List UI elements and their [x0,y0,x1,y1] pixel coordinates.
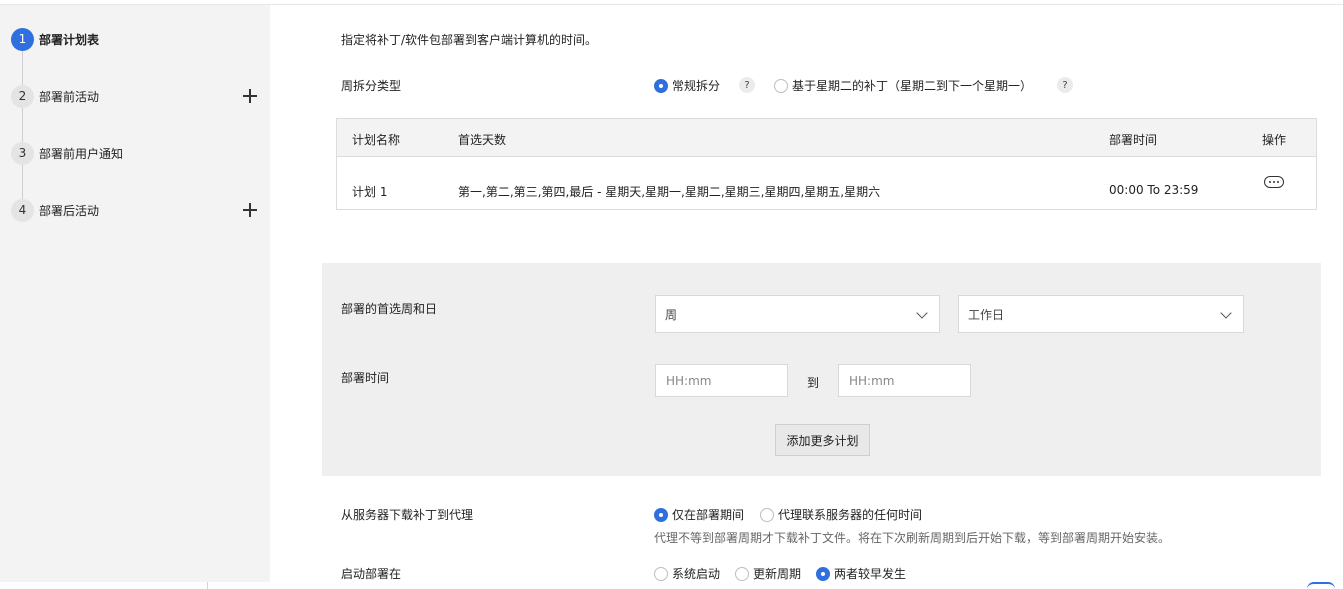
step-pre-deploy-activity[interactable]: 2 部署前活动 [0,81,270,111]
download-note: 代理不等到部署周期才下载补丁文件。将在下次刷新周期到后开始下载，等到部署周期开始… [654,531,1171,545]
deploy-time-label: 部署时间 [341,371,390,385]
radio-unselected-icon [654,566,668,581]
radio-label: 常规拆分 [672,79,721,93]
day-select[interactable]: 工作日 [958,295,1244,333]
step-number: 3 [11,141,34,165]
radio-whichever-earlier[interactable]: 两者较早发生 [816,565,906,582]
step-label: 部署前用户通知 [39,146,124,161]
divider [207,582,208,589]
row-deploy-time: 00:00 To 23:59 [1109,183,1199,197]
week-select[interactable]: 周 [655,295,940,333]
radio-label: 系统启动 [672,567,721,581]
start-deploy-label: 启动部署在 [341,567,402,581]
day-select-value: 工作日 [968,307,1005,322]
table-header: 计划名称 首选天数 部署时间 操作 [337,119,1316,157]
chevron-down-icon [916,307,928,319]
radio-tuesday-patch[interactable]: 基于星期二的补丁（星期二到下一个星期一） [774,77,1032,94]
add-schedule-panel: 部署的首选周和日 周 工作日 部署时间 到 添加更多计划 [322,263,1321,476]
step-number: 1 [11,27,34,51]
header-action: 操作 [1262,133,1287,147]
week-select-value: 周 [665,307,678,322]
radio-selected-icon [654,507,668,522]
help-icon[interactable]: ? [739,77,755,93]
step-pre-deploy-user-notification[interactable]: 3 部署前用户通知 [0,138,270,168]
radio-label: 代理联系服务器的任何时间 [778,508,923,522]
step-deploy-schedule[interactable]: 1 部署计划表 [0,24,270,54]
radio-selected-icon [654,78,668,93]
header-deploy-time: 部署时间 [1109,133,1158,147]
preferred-week-day-label: 部署的首选周和日 [341,302,438,316]
plus-icon[interactable] [243,89,257,103]
radio-unselected-icon [760,507,774,522]
steps-sidebar: 1 部署计划表 2 部署前活动 3 部署前用户通知 4 部署后活动 [0,5,270,582]
header-plan-name: 计划名称 [352,133,401,147]
radio-selected-icon [816,566,830,581]
radio-system-startup[interactable]: 系统启动 [654,565,720,582]
radio-only-during-deploy[interactable]: 仅在部署期间 [654,506,744,523]
help-icon[interactable]: ? [1057,77,1073,93]
step-number: 4 [11,198,34,222]
bottom-edge [0,582,1343,589]
more-options-icon[interactable] [1264,176,1284,188]
radio-label: 基于星期二的补丁（星期二到下一个星期一） [792,79,1033,93]
plus-icon[interactable] [243,203,257,217]
row-plan-name: 计划 1 [352,185,388,199]
step-label: 部署后活动 [39,203,100,218]
page-description: 指定将补丁/软件包部署到客户端计算机的时间。 [341,33,598,47]
time-to-input[interactable] [838,364,971,397]
chevron-down-icon [1220,307,1232,319]
week-split-label: 周拆分类型 [341,79,402,93]
header-preferred-days: 首选天数 [458,133,507,147]
step-label: 部署计划表 [39,32,100,47]
radio-unselected-icon [735,566,749,581]
steps-connector-line [22,50,23,200]
time-from-input[interactable] [655,364,788,397]
step-number: 2 [11,84,34,108]
add-more-schedule-button[interactable]: 添加更多计划 [775,424,870,456]
step-label: 部署前活动 [39,89,100,104]
radio-unselected-icon [774,78,788,93]
schedule-table: 计划名称 首选天数 部署时间 操作 计划 1 第一,第二,第三,第四,最后 - … [336,118,1317,210]
time-to-label: 到 [807,376,820,390]
row-preferred-days: 第一,第二,第三,第四,最后 - 星期天,星期一,星期二,星期三,星期四,星期五… [458,185,881,199]
radio-label: 仅在部署期间 [672,508,745,522]
radio-label: 更新周期 [753,567,802,581]
radio-label: 两者较早发生 [834,567,907,581]
step-post-deploy-activity[interactable]: 4 部署后活动 [0,195,270,225]
radio-regular-split[interactable]: 常规拆分 [654,77,720,94]
radio-any-time[interactable]: 代理联系服务器的任何时间 [760,506,922,523]
corner-button-edge [1307,582,1335,589]
radio-refresh-cycle[interactable]: 更新周期 [735,565,801,582]
download-patch-label: 从服务器下载补丁到代理 [341,508,474,522]
